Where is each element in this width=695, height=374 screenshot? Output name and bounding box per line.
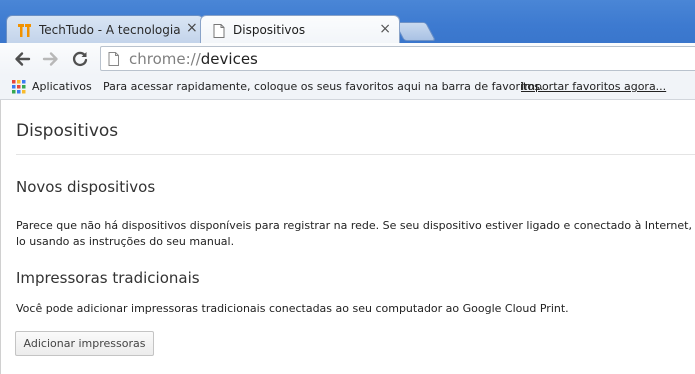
classic-printers-heading: Impressoras tradicionais: [16, 269, 200, 287]
page-icon: [107, 51, 121, 72]
toolbar: chrome://devices: [0, 43, 695, 75]
address-bar[interactable]: chrome://devices: [100, 46, 695, 71]
import-bookmarks-link[interactable]: Importar favoritos agora...: [521, 80, 666, 93]
tab-devices[interactable]: Dispositivos ×: [200, 15, 400, 43]
tab-strip: TechTudo - A tecnologia que você usa Dis…: [0, 0, 695, 43]
reload-button[interactable]: [70, 49, 90, 69]
page-content: Dispositivos Novos dispositivos Parece q…: [0, 100, 695, 374]
back-arrow-icon: [15, 52, 31, 66]
new-devices-text: Parece que não há dispositivos disponíve…: [16, 219, 692, 248]
techtudo-favicon-icon: [17, 23, 33, 39]
window-left-edge: [0, 100, 1, 374]
bookmarks-bar: Aplicativos Para acessar rapidamente, co…: [0, 75, 695, 100]
close-icon[interactable]: ×: [186, 20, 198, 36]
url-scheme: chrome://: [129, 50, 201, 68]
tab-title: TechTudo - A tecnologia que você usa: [39, 23, 185, 37]
bookmarks-hint-text: Para acessar rapidamente, coloque os seu…: [103, 80, 544, 93]
new-devices-heading: Novos dispositivos: [16, 178, 156, 196]
add-printers-button[interactable]: Adicionar impressoras: [15, 331, 154, 356]
url-path: devices: [200, 50, 258, 68]
new-tab-button[interactable]: [393, 22, 437, 41]
page-title: Dispositivos: [16, 121, 119, 141]
back-button[interactable]: [12, 49, 32, 69]
tab-techtudo[interactable]: TechTudo - A tecnologia que você usa: [6, 15, 204, 43]
classic-printers-text: Você pode adicionar impressoras tradicio…: [16, 302, 569, 315]
apps-grid-icon[interactable]: [12, 80, 26, 97]
tab-title: Dispositivos: [233, 23, 306, 37]
forward-arrow-icon: [42, 52, 58, 66]
apps-shortcut[interactable]: Aplicativos: [32, 80, 92, 93]
reload-icon: [72, 51, 88, 67]
title-divider: [16, 154, 695, 155]
close-icon[interactable]: ×: [379, 21, 391, 37]
page-icon: [211, 23, 227, 39]
forward-button[interactable]: [41, 49, 61, 69]
url-text: chrome://devices: [129, 50, 258, 68]
